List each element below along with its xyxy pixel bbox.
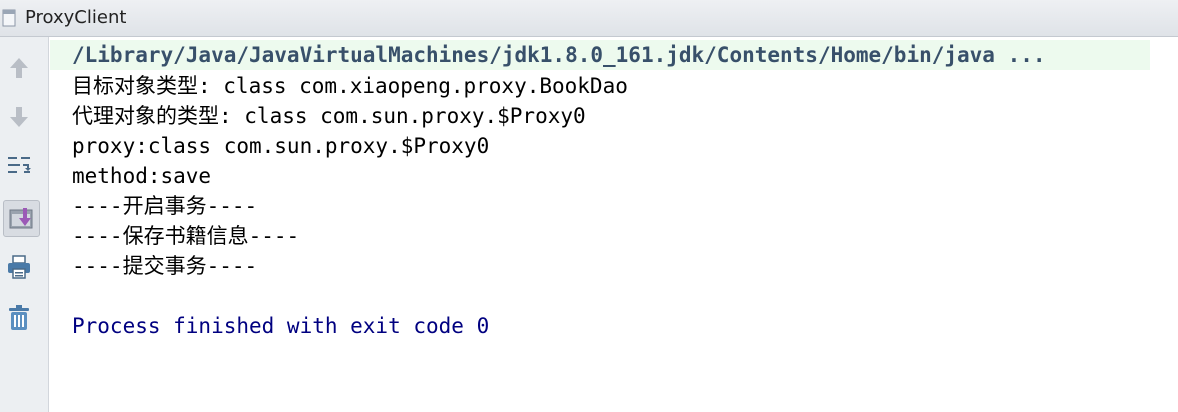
console-output[interactable]: /Library/Java/JavaVirtualMachines/jdk1.8… [50,37,1178,412]
run-config-icon [2,9,16,27]
console-toolbar [0,37,49,412]
print-icon [6,254,32,280]
command-line[interactable]: /Library/Java/JavaVirtualMachines/jdk1.8… [50,40,1150,70]
output-line: 目标对象类型: class com.xiaopeng.proxy.BookDao [72,74,628,98]
output-line: 代理对象的类型: class com.sun.proxy.$Proxy0 [72,104,586,128]
down-arrow-button[interactable] [4,102,34,132]
soft-wrap-button[interactable] [4,151,34,181]
up-arrow-icon [8,56,30,80]
scroll-to-end-icon [8,205,36,233]
output-line: proxy:class com.sun.proxy.$Proxy0 [72,134,490,158]
run-tab-bar: ProxyClient [0,0,1178,37]
up-arrow-button[interactable] [4,53,34,83]
clear-button[interactable] [4,303,34,333]
tab-title[interactable]: ProxyClient [25,7,126,29]
print-button[interactable] [4,252,34,282]
output-line: ----开启事务---- [72,194,258,218]
trash-icon [6,304,32,332]
output-line: method:save [72,164,212,188]
output-line: ----提交事务---- [72,254,258,278]
process-finished-message: Process finished with exit code 0 [72,314,490,338]
scroll-to-end-button[interactable] [3,200,40,237]
soft-wrap-icon [6,153,32,179]
output-line: ----保存书籍信息---- [72,224,300,248]
down-arrow-icon [8,105,30,129]
